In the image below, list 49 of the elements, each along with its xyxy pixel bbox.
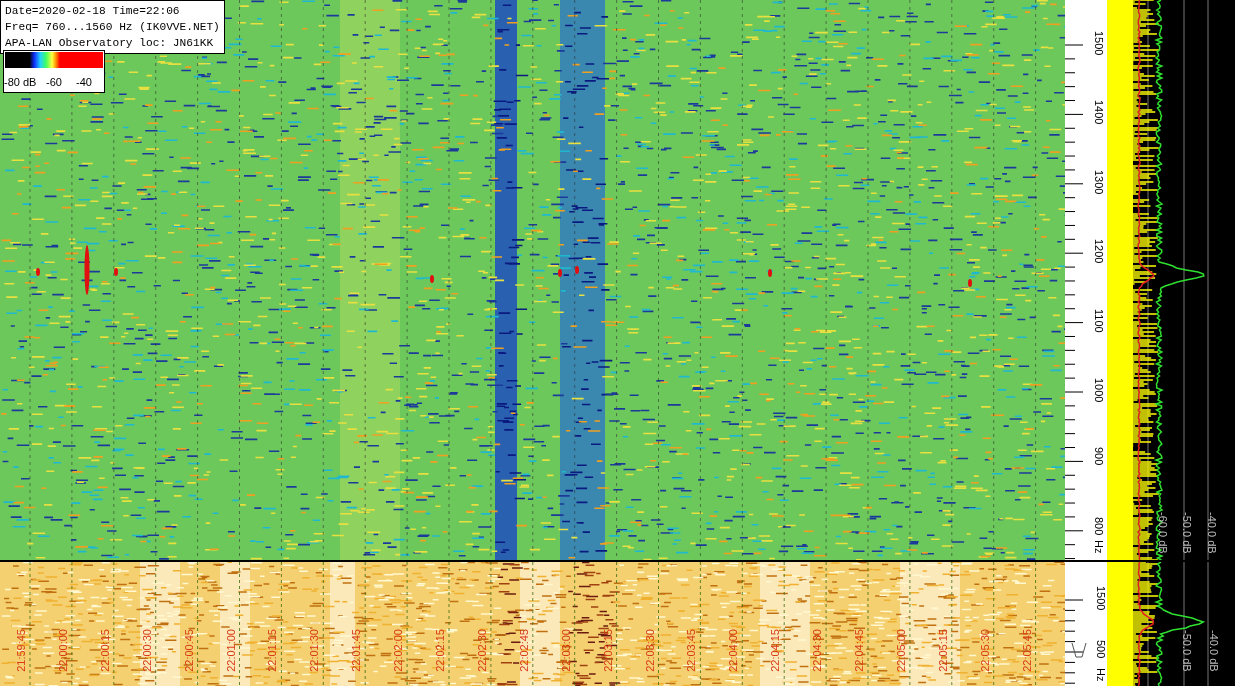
time-label: 22:01:30 [308,629,321,672]
info-line: APA-LAN Observatory loc: JN61KK [5,36,215,51]
time-label: 22:02:30 [475,629,488,672]
frequency-label: 1200 [1093,239,1105,264]
time-label: 22:02:45 [517,629,530,672]
unit-label: Hz [1095,668,1107,682]
unit-label: Hz [1093,540,1105,554]
time-label: 22:03:45 [685,629,698,672]
db-label: -50.0 dB [1181,512,1193,554]
time-label: 22:04:30 [811,629,824,672]
info-line: Date=2020-02-18 Time=22:06 [5,4,181,19]
time-label: 22:03:00 [559,629,572,672]
frequency-label: 1500 [1095,586,1107,611]
time-label: 22:04:15 [769,629,782,672]
time-label: 22:03:30 [643,629,656,672]
db-label: -60.0 dB [1157,512,1169,554]
frequency-label: 1100 [1093,308,1105,333]
scale-label: -80 dB [4,76,37,88]
time-label: 22:02:00 [392,629,405,672]
frequency-label: 1000 [1093,378,1105,403]
info-line: Freq= 760...1560 Hz (IK0VVE.NET) [5,20,220,35]
time-label: 22:04:00 [727,629,740,672]
time-label: 22:00:45 [182,629,195,672]
db-label: -50.0 dB [1181,630,1193,672]
db-label: -40.0 dB [1208,630,1220,672]
time-label: 22:01:45 [350,629,363,672]
frequency-label: 1300 [1093,169,1105,195]
db-label: -40.0 dB [1206,512,1218,554]
time-label: 22:05:30 [978,629,991,672]
time-label: 22:04:45 [853,629,865,672]
frequency-label: 900 [1093,447,1105,466]
frequency-label: 1400 [1093,100,1105,125]
time-label: 22:00:30 [140,629,153,672]
time-label: 22:05:15 [936,629,949,672]
time-label: 22:05:45 [1020,629,1033,672]
filter-shape-icon [1071,642,1087,658]
time-label: 22:00:00 [56,629,69,672]
scale-label: -60 [46,76,62,88]
time-label: 22:01:15 [266,629,279,672]
time-label: 22:01:00 [224,629,237,672]
scale-label: -40 [76,76,92,88]
time-label: 22:03:15 [601,629,614,672]
time-label: 22:05:00 [894,629,907,672]
frequency-label: 500 [1095,640,1107,659]
frequency-label: 1500 [1093,31,1105,56]
time-label: 22:02:15 [434,629,446,672]
frequency-label: 800 [1093,516,1105,536]
time-label: 21:59:45 [15,629,27,672]
time-label: 22:00:15 [98,629,111,672]
